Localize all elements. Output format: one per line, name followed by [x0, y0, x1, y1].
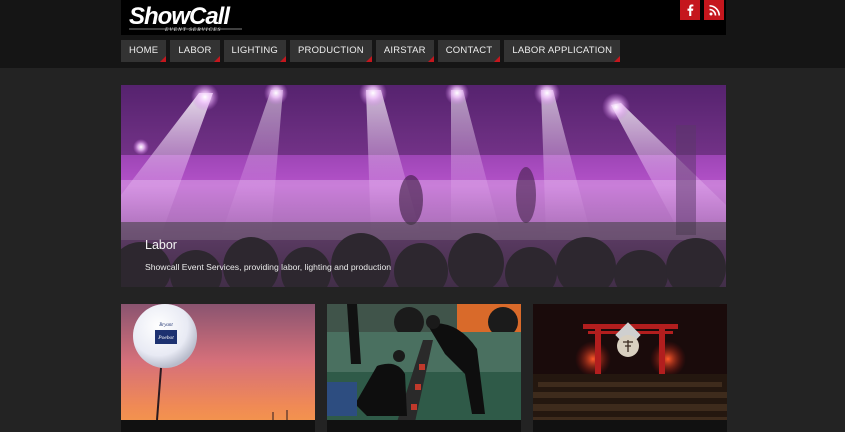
thumbnail-production[interactable]	[533, 304, 727, 432]
nav-item-home[interactable]: HOME	[121, 40, 167, 62]
site-header: ShowCall EVENT SERVICES	[121, 0, 726, 35]
nav-item-labor[interactable]: LABOR	[170, 40, 220, 62]
nav-corner-accent	[494, 56, 501, 62]
thumbnail-image-crew	[327, 304, 521, 432]
nav-item-label: LABOR	[178, 45, 212, 56]
nav-corner-accent	[213, 56, 220, 62]
nav-corner-accent	[365, 56, 372, 62]
main-nav: HOME LABOR LIGHTING PRODUCTION AIRSTAR C…	[121, 40, 621, 62]
nav-item-label: AIRSTAR	[383, 45, 426, 56]
svg-text:EVENT SERVICES: EVENT SERVICES	[164, 27, 221, 33]
nav-item-label: CONTACT	[445, 45, 493, 56]
thumbnail-image-balloon: Bryant Poebot	[121, 304, 315, 432]
rss-icon	[708, 4, 720, 16]
facebook-icon	[687, 4, 694, 16]
nav-corner-accent	[280, 56, 286, 62]
thumbnail-caption-bar	[327, 420, 521, 432]
nav-item-contact[interactable]: CONTACT	[437, 40, 501, 62]
hero-subtitle: Showcall Event Services, providing labor…	[145, 262, 392, 272]
nav-item-production[interactable]: PRODUCTION	[290, 40, 372, 62]
hero-slider[interactable]: Labor Showcall Event Services, providing…	[121, 85, 726, 287]
thumbnail-image-stage	[533, 304, 727, 432]
thumbnail-labor[interactable]	[327, 304, 521, 432]
nav-item-label: LIGHTING	[231, 45, 278, 56]
facebook-button[interactable]	[680, 0, 700, 20]
thumbnail-caption-bar	[533, 420, 727, 432]
hero-title: Labor	[145, 238, 177, 252]
nav-corner-accent	[614, 56, 621, 62]
rss-button[interactable]	[704, 0, 724, 20]
nav-corner-accent	[427, 56, 434, 62]
svg-text:ShowCall: ShowCall	[129, 3, 231, 30]
svg-text:Poebot: Poebot	[157, 335, 174, 341]
nav-item-airstar[interactable]: AIRSTAR	[375, 40, 434, 62]
nav-item-label: PRODUCTION	[298, 45, 364, 56]
svg-text:Bryant: Bryant	[159, 323, 173, 328]
thumbnail-caption-bar	[121, 420, 315, 432]
showcall-logo[interactable]: ShowCall EVENT SERVICES	[127, 2, 245, 33]
hero-caption: Labor Showcall Event Services, providing…	[121, 222, 726, 287]
nav-item-label: LABOR APPLICATION	[512, 45, 613, 56]
nav-item-lighting[interactable]: LIGHTING	[223, 40, 286, 62]
nav-item-label: HOME	[129, 45, 159, 56]
nav-corner-accent	[160, 56, 167, 62]
nav-item-labor-application[interactable]: LABOR APPLICATION	[504, 40, 621, 62]
thumbnail-airstar[interactable]: Bryant Poebot	[121, 304, 315, 432]
